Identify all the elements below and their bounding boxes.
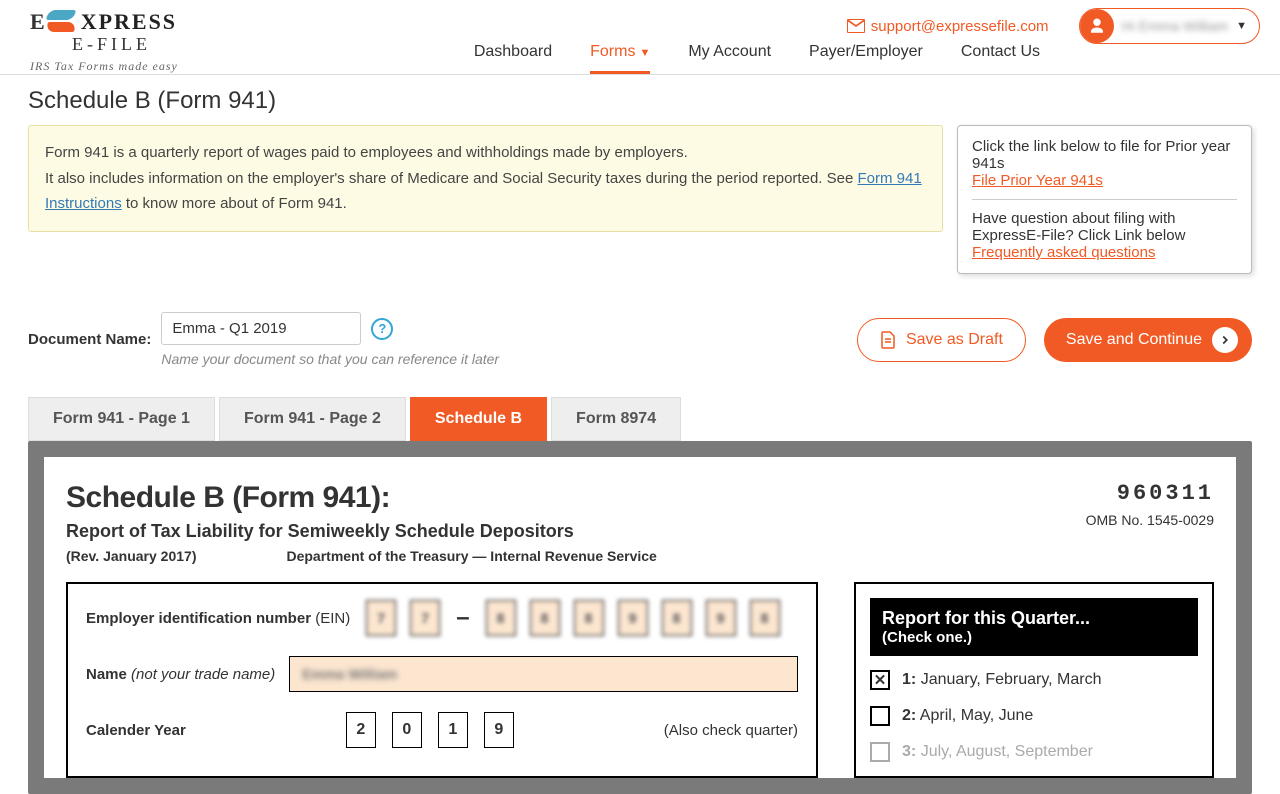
save-continue-button[interactable]: Save and Continue: [1044, 318, 1252, 362]
nav-dashboard[interactable]: Dashboard: [474, 33, 552, 74]
logo-mark-e: E: [30, 9, 45, 35]
ein-digit[interactable]: 8: [486, 600, 516, 636]
nav-account[interactable]: My Account: [688, 33, 771, 74]
faq-link[interactable]: Frequently asked questions: [972, 244, 1155, 261]
ein-boxes: 7 7 – 8 8 8 9 8 9 8: [366, 600, 779, 636]
logo-area: E XPRESS E-FILE IRS Tax Forms made easy: [30, 8, 178, 74]
ein-digit[interactable]: 9: [618, 600, 648, 636]
tab-page2[interactable]: Form 941 - Page 2: [219, 397, 406, 441]
year-digit[interactable]: 1: [438, 712, 468, 748]
info-line-2: It also includes information on the empl…: [45, 166, 926, 217]
form-revision: (Rev. January 2017): [66, 548, 196, 564]
form-code: 960311: [1086, 481, 1214, 506]
chevron-down-icon: ▼: [1236, 20, 1247, 32]
info-line-1: Form 941 is a quarterly report of wages …: [45, 140, 926, 166]
year-label: Calender Year: [86, 722, 186, 739]
tab-page1[interactable]: Form 941 - Page 1: [28, 397, 215, 441]
save-draft-button[interactable]: Save as Draft: [857, 318, 1026, 362]
year-digit[interactable]: 9: [484, 712, 514, 748]
checkbox-icon: [870, 742, 890, 762]
header: E XPRESS E-FILE IRS Tax Forms made easy …: [0, 0, 1280, 75]
arrow-right-icon: [1212, 327, 1238, 353]
quarter-option-1[interactable]: ✕ 1: January, February, March: [870, 670, 1198, 690]
year-digit[interactable]: 2: [346, 712, 376, 748]
file-prior-year-link[interactable]: File Prior Year 941s: [972, 172, 1103, 189]
nav-forms[interactable]: Forms▼: [590, 33, 650, 74]
form-tabs: Form 941 - Page 1 Form 941 - Page 2 Sche…: [28, 397, 1252, 441]
ein-separator: –: [456, 604, 469, 632]
ein-digit[interactable]: 7: [410, 600, 440, 636]
page: Schedule B (Form 941) Form 941 is a quar…: [0, 75, 1280, 794]
divider: [972, 199, 1237, 200]
side-box: Click the link below to file for Prior y…: [957, 125, 1252, 274]
doc-name-input[interactable]: [161, 312, 361, 345]
year-boxes: 2 0 1 9: [346, 712, 514, 748]
ein-digit[interactable]: 9: [706, 600, 736, 636]
tab-schedule-b[interactable]: Schedule B: [410, 397, 547, 441]
logo[interactable]: E XPRESS: [30, 8, 178, 36]
ein-digit[interactable]: 8: [750, 600, 780, 636]
also-check-quarter: (Also check quarter): [664, 722, 798, 739]
quarter-option-2[interactable]: 2: April, May, June: [870, 706, 1198, 726]
envelope-icon: [847, 19, 865, 33]
ein-digit[interactable]: 8: [530, 600, 560, 636]
page-title: Schedule B (Form 941): [28, 87, 1252, 115]
quarter-header: Report for this Quarter... (Check one.): [870, 598, 1198, 656]
nav-payer[interactable]: Payer/Employer: [809, 33, 923, 74]
doc-name-label: Document Name:: [28, 331, 151, 348]
caret-down-icon: ▼: [639, 47, 650, 59]
year-digit[interactable]: 0: [392, 712, 422, 748]
user-name: Hi Emma William: [1122, 18, 1229, 34]
info-box: Form 941 is a quarterly report of wages …: [28, 125, 943, 232]
ein-label: Employer identification number (EIN): [86, 610, 350, 627]
support-email-link[interactable]: support@expressefile.com: [847, 18, 1049, 35]
checkbox-icon: ✕: [870, 670, 890, 690]
form-dept: Department of the Treasury — Internal Re…: [286, 548, 656, 564]
tab-8974[interactable]: Form 8974: [551, 397, 681, 441]
quarter-box: Report for this Quarter... (Check one.) …: [854, 582, 1214, 778]
document-icon: [880, 331, 896, 349]
prior-text: Click the link below to file for Prior y…: [972, 138, 1237, 172]
faq-text: Have question about filing with ExpressE…: [972, 210, 1237, 244]
form-inner: Schedule B (Form 941): Report of Tax Lia…: [44, 457, 1236, 778]
main-nav: Dashboard Forms▼ My Account Payer/Employ…: [474, 33, 1040, 74]
form-title: Schedule B (Form 941):: [66, 481, 657, 515]
employer-name-input[interactable]: Emma William: [289, 656, 798, 692]
ein-digit[interactable]: 8: [662, 600, 692, 636]
form-subtitle: Report of Tax Liability for Semiweekly S…: [66, 521, 657, 542]
doc-name-row: Document Name: ? Name your document so t…: [28, 312, 1252, 367]
nav-contact[interactable]: Contact Us: [961, 33, 1040, 74]
help-icon[interactable]: ?: [371, 318, 393, 340]
employer-info-box: Employer identification number (EIN) 7 7…: [66, 582, 818, 778]
ein-digit[interactable]: 8: [574, 600, 604, 636]
doc-name-hint: Name your document so that you can refer…: [161, 351, 499, 367]
name-label: Name (not your trade name): [86, 666, 275, 683]
checkbox-icon: [870, 706, 890, 726]
avatar-icon: [1080, 9, 1114, 43]
logo-x-icon: [45, 8, 77, 36]
logo-sub: E-FILE: [72, 34, 178, 55]
logo-text: XPRESS: [81, 9, 177, 35]
form-frame: Schedule B (Form 941): Report of Tax Lia…: [28, 441, 1252, 794]
user-menu[interactable]: Hi Emma William ▼: [1079, 8, 1260, 44]
ein-digit[interactable]: 7: [366, 600, 396, 636]
quarter-option-3[interactable]: 3: July, August, September: [870, 742, 1198, 762]
tagline: IRS Tax Forms made easy: [30, 59, 178, 74]
omb-number: OMB No. 1545-0029: [1086, 512, 1214, 528]
